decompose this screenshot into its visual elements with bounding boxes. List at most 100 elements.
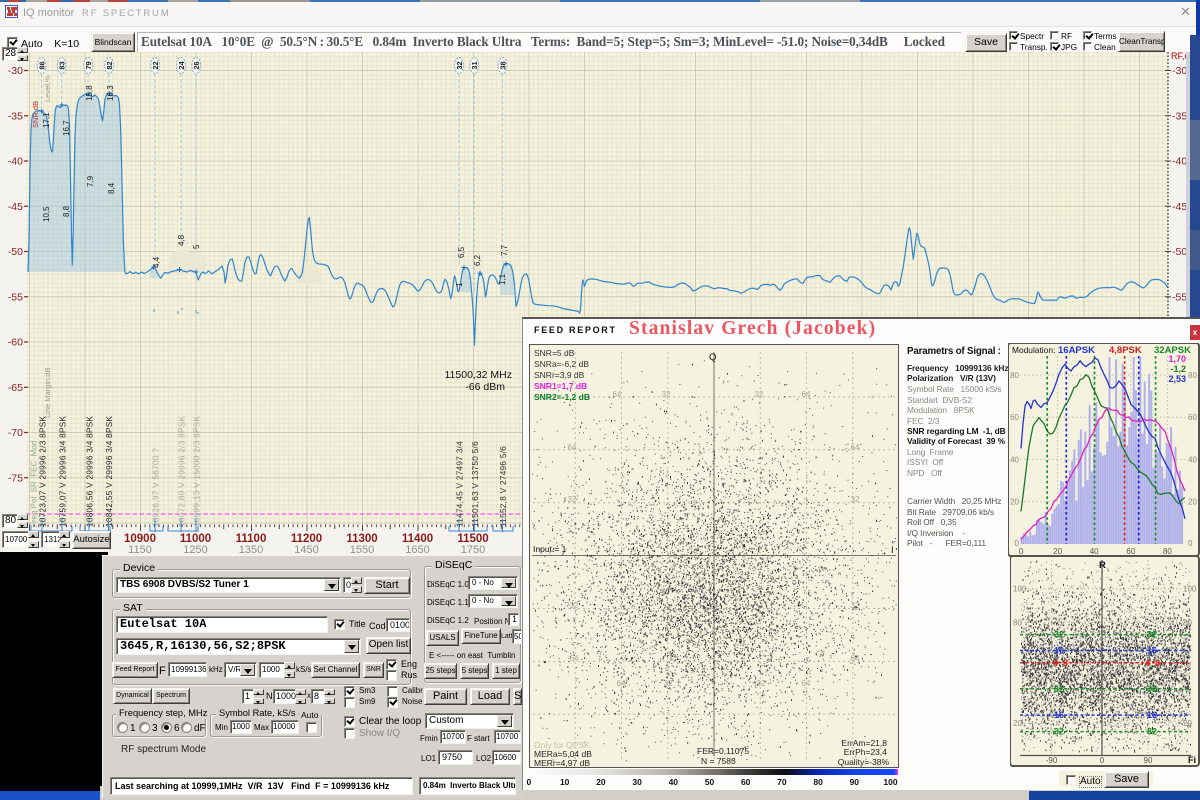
svg-text:64: 64: [613, 390, 622, 399]
svg-text:10723,07 V 29996 2/3 8PSK: 10723,07 V 29996 2/3 8PSK: [39, 415, 48, 527]
svg-text:32: 32: [1147, 630, 1157, 640]
svg-text:-70: -70: [8, 427, 23, 439]
svg-text:7,9: 7,9: [86, 175, 95, 187]
svg-text:7,7: 7,7: [500, 244, 509, 256]
svg-text:83: 83: [58, 61, 67, 69]
svg-text:32: 32: [1054, 630, 1064, 640]
svg-text:100: 100: [1183, 585, 1197, 594]
svg-text:SNR=5 dB: SNR=5 dB: [534, 348, 575, 358]
svg-text:80: 80: [1013, 618, 1022, 627]
svg-text:32: 32: [1147, 727, 1157, 737]
svg-text:N = 7583: N = 7583: [701, 756, 736, 766]
svg-text:90: 90: [1144, 756, 1153, 765]
svg-text:64: 64: [568, 443, 577, 452]
svg-text:0: 0: [1188, 539, 1193, 548]
svg-text:SNRr=3,9 dB: SNRr=3,9 dB: [534, 370, 585, 380]
svg-text:32: 32: [1147, 684, 1157, 694]
svg-text:1: 1: [455, 282, 464, 287]
svg-text:86: 86: [37, 61, 46, 69]
svg-text:Level,%: Level,%: [43, 75, 52, 102]
svg-text:16,3: 16,3: [106, 85, 115, 101]
svg-text:32: 32: [1054, 727, 1064, 737]
svg-text:11552,8 V 27496 5/6: 11552,8 V 27496 5/6: [499, 446, 508, 527]
svg-text:80: 80: [1163, 547, 1172, 556]
svg-text:16: 16: [1147, 710, 1157, 720]
svg-text:31: 31: [470, 61, 479, 69]
svg-text:-60: -60: [8, 337, 23, 349]
svg-text:11501,63 V 13750 5/6: 11501,63 V 13750 5/6: [471, 441, 480, 527]
svg-text:-65: -65: [8, 382, 23, 394]
svg-text:32: 32: [851, 601, 860, 610]
svg-text:60: 60: [1010, 413, 1019, 422]
svg-text:60: 60: [1126, 547, 1135, 556]
svg-text:R: R: [1099, 560, 1106, 571]
svg-text:1,70: 1,70: [1168, 354, 1186, 364]
svg-text:0: 0: [1019, 547, 1024, 556]
svg-text:10,5: 10,5: [42, 206, 51, 222]
svg-text:32: 32: [662, 390, 671, 399]
svg-text:10999,13 V 15000 2/3 8PSK: 10999,13 V 15000 2/3 8PSK: [193, 415, 202, 527]
svg-text:SNR1=1,7 dB: SNR1=1,7 dB: [534, 381, 587, 391]
svg-text:-35: -35: [8, 110, 23, 122]
svg-text:10842,55 V 29996 3/4 8PSK: 10842,55 V 29996 3/4 8PSK: [105, 415, 114, 527]
svg-text:32: 32: [1054, 684, 1064, 694]
svg-text:24: 24: [177, 61, 186, 70]
svg-text:20: 20: [1188, 498, 1197, 507]
svg-text:80: 80: [1188, 371, 1197, 380]
svg-text:11474,45 V 27497 3/4: 11474,45 V 27497 3/4: [456, 441, 465, 527]
svg-text:11500,32 MHz: 11500,32 MHz: [444, 369, 512, 381]
svg-text:40: 40: [1010, 455, 1019, 464]
svg-text:0: 0: [527, 777, 532, 787]
svg-text:Line Margin,dB: Line Margin,dB: [43, 368, 52, 418]
svg-text:80: 80: [813, 777, 823, 787]
svg-text:26: 26: [192, 61, 201, 69]
svg-text:-90: -90: [1046, 756, 1058, 765]
svg-text:30: 30: [632, 777, 642, 787]
svg-text:100: 100: [883, 777, 897, 787]
svg-text:-55: -55: [8, 291, 23, 303]
svg-text:40: 40: [669, 777, 679, 787]
svg-text:32: 32: [755, 390, 764, 399]
svg-text:-66 dBm: -66 dBm: [465, 381, 505, 393]
svg-text:20: 20: [1053, 547, 1062, 556]
svg-text:-30: -30: [8, 65, 23, 77]
svg-text:Fi: Fi: [1188, 755, 1196, 765]
svg-text:32: 32: [455, 61, 464, 69]
svg-text:SNR2=-1,2 dB: SNR2=-1,2 dB: [534, 392, 590, 402]
svg-text:2,53: 2,53: [1168, 374, 1186, 384]
svg-text:-50: -50: [8, 246, 23, 258]
svg-text:20: 20: [596, 777, 606, 787]
svg-text:79: 79: [84, 61, 93, 69]
svg-text:64: 64: [802, 390, 811, 399]
svg-text:80: 80: [1010, 371, 1019, 380]
svg-text:-40: -40: [8, 156, 23, 168]
svg-text:6,5: 6,5: [457, 246, 466, 258]
svg-text:ErrPh=23,4: ErrPh=23,4: [844, 747, 888, 757]
svg-text:4,8: 4,8: [177, 234, 186, 246]
svg-text:64: 64: [851, 443, 860, 452]
svg-text:I: I: [891, 545, 894, 556]
svg-text:82: 82: [105, 61, 114, 69]
svg-text:1,1: 1,1: [498, 273, 507, 285]
svg-text:Quality=-38%: Quality=-38%: [838, 757, 890, 767]
svg-text:20: 20: [1013, 719, 1022, 728]
svg-text:10926,97 V 56700 ?: 10926,97 V 56700 ?: [152, 448, 161, 527]
svg-text:64: 64: [617, 679, 626, 688]
svg-text:8,8: 8,8: [62, 205, 71, 217]
svg-text:16APSK: 16APSK: [1058, 345, 1095, 356]
svg-text:40: 40: [1188, 455, 1197, 464]
svg-text:40: 40: [1090, 547, 1099, 556]
svg-text:10972,89 V 29996 2/3 8PSK: 10972,89 V 29996 2/3 8PSK: [178, 415, 187, 527]
svg-text:-75: -75: [8, 472, 23, 484]
svg-text:4 8: 4 8: [1053, 658, 1068, 668]
svg-text:32: 32: [851, 495, 860, 504]
svg-text:15,8: 15,8: [85, 85, 94, 101]
svg-text:SNRa=-6,2 dB: SNRa=-6,2 dB: [534, 359, 589, 369]
svg-text:100: 100: [1013, 585, 1027, 594]
svg-text:90: 90: [850, 777, 860, 787]
svg-text:-45: -45: [8, 201, 23, 213]
svg-text:10759,07 V 29996 3/4 8PSK: 10759,07 V 29996 3/4 8PSK: [59, 415, 68, 527]
svg-text:10806,56 V 29996 3/4 8PSK: 10806,56 V 29996 3/4 8PSK: [86, 415, 95, 527]
svg-text:32: 32: [757, 679, 766, 688]
svg-text:0: 0: [1100, 756, 1105, 765]
